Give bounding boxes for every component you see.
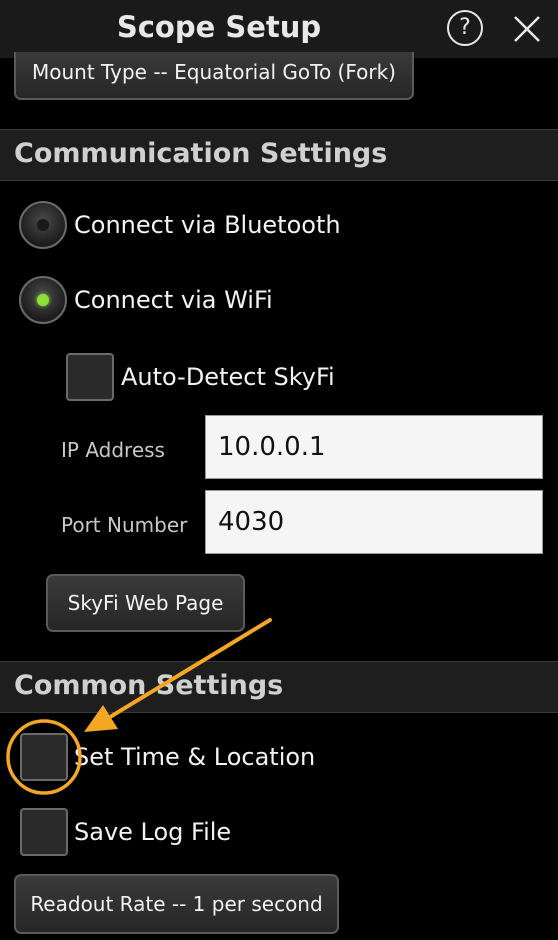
close-icon[interactable] [510, 12, 544, 46]
set-time-location-label[interactable]: Set Time & Location [74, 743, 315, 771]
bluetooth-radio-label[interactable]: Connect via Bluetooth [74, 211, 341, 239]
bluetooth-radio[interactable] [19, 201, 67, 249]
auto-detect-checkbox[interactable] [66, 353, 114, 401]
section-title: Common Settings [14, 670, 284, 701]
set-time-location-checkbox[interactable] [20, 733, 68, 781]
skyfi-web-page-button[interactable]: SkyFi Web Page [46, 574, 245, 632]
ip-address-field[interactable]: 10.0.0.1 [205, 415, 543, 479]
help-icon[interactable]: ? [447, 10, 483, 46]
radio-indicator [37, 219, 49, 231]
wifi-radio-label[interactable]: Connect via WiFi [74, 286, 273, 314]
save-log-file-label[interactable]: Save Log File [74, 818, 231, 846]
page-title: Scope Setup [116, 10, 322, 44]
communication-settings-header: Communication Settings [0, 129, 558, 181]
mount-type-button[interactable]: Mount Type -- Equatorial GoTo (Fork) [14, 52, 414, 100]
port-number-label: Port Number [61, 513, 188, 537]
port-number-field[interactable]: 4030 [205, 490, 543, 554]
section-title: Communication Settings [14, 138, 388, 169]
ip-address-label: IP Address [61, 438, 165, 462]
common-settings-header: Common Settings [0, 661, 558, 713]
wifi-radio[interactable] [19, 276, 67, 324]
radio-indicator [37, 294, 49, 306]
save-log-file-checkbox[interactable] [20, 808, 68, 856]
readout-rate-button[interactable]: Readout Rate -- 1 per second [14, 874, 339, 934]
auto-detect-label[interactable]: Auto-Detect SkyFi [121, 363, 335, 391]
